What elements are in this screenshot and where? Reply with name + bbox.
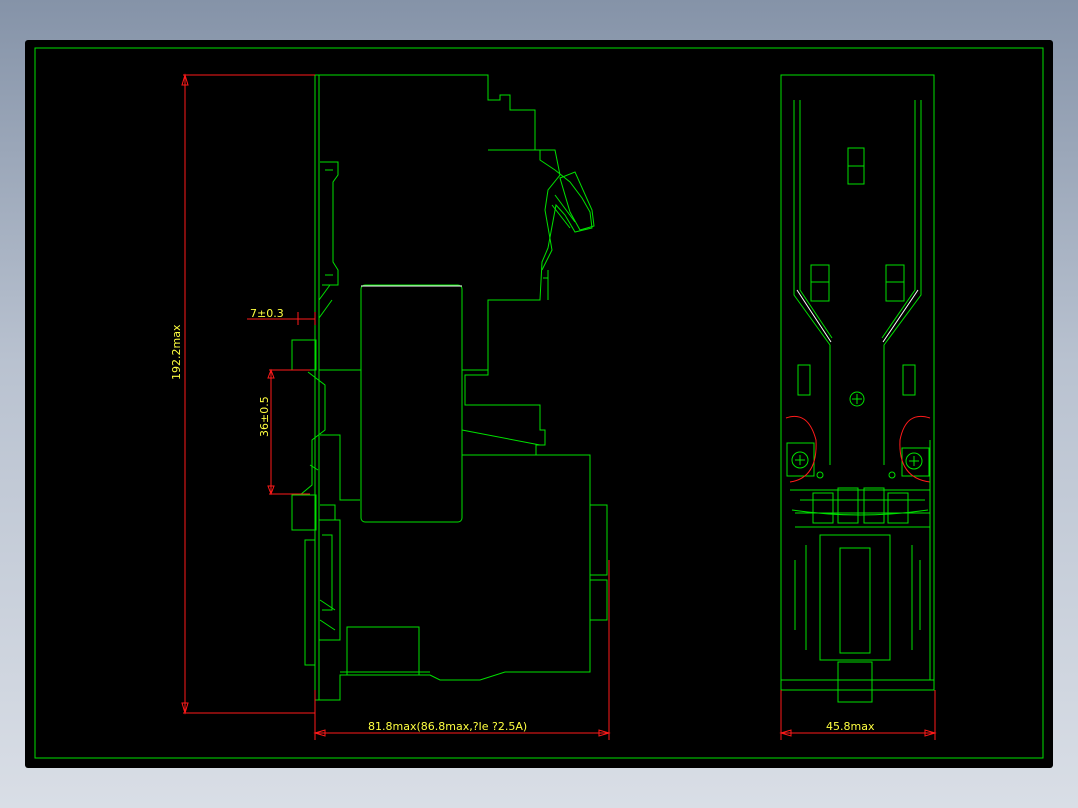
front-view [780, 74, 935, 703]
height-dimension-label: 192.2max [170, 324, 183, 380]
drawing-frame [34, 47, 1044, 759]
offset-dimension-label: 7±0.3 [250, 307, 284, 320]
cad-viewport[interactable]: 192.2max 7±0.3 36±0.5 81.8max(86.8max,?I… [25, 40, 1053, 768]
width-dimension-label: 45.8max [826, 720, 875, 733]
front-outline [780, 74, 935, 691]
side-dimensions [181, 73, 611, 740]
coil-module [360, 284, 463, 523]
technical-drawing: 192.2max 7±0.3 36±0.5 81.8max(86.8max,?I… [34, 47, 1044, 759]
depth-dimension-label: 81.8max(86.8max,?Ie ?2.5A) [368, 720, 527, 733]
rail-dimension-label: 36±0.5 [258, 396, 271, 437]
side-view [291, 74, 608, 701]
